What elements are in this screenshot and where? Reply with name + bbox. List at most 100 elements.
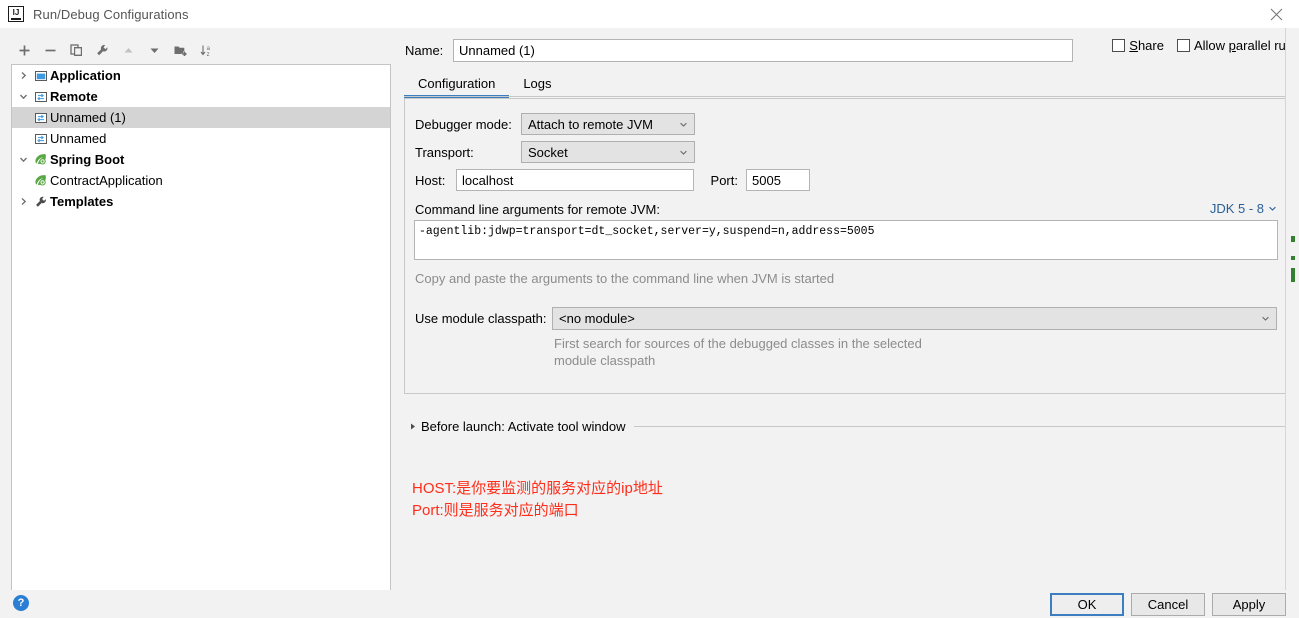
tree-node-remote[interactable]: Remote — [12, 86, 390, 107]
options-checkbox-group: Share Allow parallel run — [1112, 38, 1293, 53]
tree-node-spring-boot[interactable]: Spring Boot — [12, 149, 390, 170]
annotation-note: HOST:是你要监测的服务对应的ip地址 Port:则是服务对应的端口 — [412, 478, 663, 522]
sort-az-icon[interactable]: a z — [193, 38, 219, 62]
window-title: Run/Debug Configurations — [33, 6, 189, 22]
host-label: Host: — [415, 172, 446, 188]
tab-configuration[interactable]: Configuration — [404, 76, 510, 98]
module-classpath-hint-line-2: module classpath — [554, 353, 656, 368]
folder-add-icon[interactable] — [167, 38, 193, 62]
transport-value: Socket — [528, 144, 568, 160]
triangle-right-icon[interactable] — [405, 422, 421, 431]
host-port-row: Host: Port: — [415, 169, 810, 191]
tree-node-label: ContractApplication — [50, 173, 163, 188]
add-configuration-button[interactable] — [11, 38, 37, 62]
debugger-mode-label: Debugger mode: — [415, 116, 512, 132]
host-input[interactable] — [456, 169, 694, 191]
chevron-down-icon[interactable] — [14, 87, 32, 107]
spring-boot-icon — [32, 151, 49, 168]
tree-node-templates[interactable]: Templates — [12, 191, 390, 212]
port-label: Port: — [710, 172, 738, 188]
apply-button[interactable]: Apply — [1212, 593, 1286, 616]
tree-node-label: Remote — [50, 89, 98, 104]
arrow-up-icon — [115, 38, 141, 62]
allow-parallel-run-checkbox-label: Allow parallel run — [1193, 38, 1293, 53]
command-line-label: Command line arguments for remote JVM: — [415, 202, 660, 217]
copy-icon[interactable] — [63, 38, 89, 62]
tree-node-label: Application — [50, 68, 121, 83]
scrollbar-marker — [1291, 236, 1295, 242]
scrollbar-marker — [1291, 268, 1295, 282]
cancel-button[interactable]: Cancel — [1131, 593, 1205, 616]
chevron-right-icon[interactable] — [14, 66, 32, 86]
tree-node-label: Spring Boot — [50, 152, 125, 167]
jdk-version-select[interactable]: JDK 5 - 8 — [1210, 201, 1277, 216]
jdk-version-value: JDK 5 - 8 — [1209, 201, 1264, 216]
command-line-arguments-textarea[interactable]: -agentlib:jdwp=transport=dt_socket,serve… — [414, 220, 1278, 260]
wrench-icon — [32, 193, 49, 210]
application-icon — [32, 67, 49, 84]
chevron-down-icon — [1268, 201, 1277, 216]
tree-node-application[interactable]: Application — [12, 65, 390, 86]
allow-parallel-run-checkbox-box[interactable] — [1176, 39, 1190, 52]
ok-button[interactable]: OK — [1050, 593, 1124, 616]
tree-node-label: Templates — [50, 194, 114, 209]
before-launch-divider — [633, 425, 1285, 427]
module-classpath-hint-line-1: First search for sources of the debugged… — [554, 336, 922, 351]
wrench-icon[interactable] — [89, 38, 115, 62]
scrollbar-marker — [1291, 256, 1295, 260]
remote-icon — [32, 130, 49, 147]
tabs-divider — [404, 96, 1299, 97]
detail-tabs: Configuration Logs — [404, 70, 1299, 98]
module-classpath-hint: First search for sources of the debugged… — [554, 335, 922, 369]
svg-text:z: z — [206, 52, 209, 58]
annotation-line-2: Port:则是服务对应的端口 — [412, 502, 579, 519]
tree-node-unnamed[interactable]: Unnamed — [12, 128, 390, 149]
chevron-right-icon[interactable] — [14, 192, 32, 212]
share-checkbox[interactable]: Share — [1112, 38, 1164, 53]
chevron-down-icon[interactable] — [14, 150, 32, 170]
intellij-idea-icon — [8, 6, 24, 22]
name-label: Name: — [405, 42, 444, 58]
remote-icon — [32, 109, 49, 126]
chevron-down-icon — [674, 148, 692, 157]
remote-icon — [32, 88, 49, 105]
dialog-footer: ? OK Cancel Apply — [0, 590, 1299, 618]
module-classpath-select[interactable]: <no module> — [552, 307, 1277, 330]
tree-node-label: Unnamed (1) — [50, 110, 126, 125]
share-checkbox-label: Share — [1129, 38, 1164, 53]
remove-configuration-button[interactable] — [37, 38, 63, 62]
transport-label: Transport: — [415, 144, 474, 160]
annotation-line-1: HOST:是你要监测的服务对应的ip地址 — [412, 480, 663, 497]
debugger-mode-select[interactable]: Attach to remote JVM — [521, 113, 695, 135]
transport-row: Transport: Socket — [415, 141, 695, 163]
share-checkbox-box[interactable] — [1112, 39, 1126, 52]
configurations-toolbar: a z — [0, 36, 400, 64]
debugger-mode-row: Debugger mode: Attach to remote JVM — [415, 113, 695, 135]
configuration-panel: Debugger mode: Attach to remote JVM Tran… — [404, 98, 1286, 394]
allow-parallel-run-checkbox[interactable]: Allow parallel run — [1176, 38, 1293, 53]
configurations-tree[interactable]: Application Remote Unnamed (1) Unnamed S… — [11, 64, 391, 610]
name-input[interactable] — [453, 38, 1073, 62]
help-icon[interactable]: ? — [13, 595, 29, 611]
title-bar: Run/Debug Configurations — [0, 0, 1299, 28]
tree-node-contractapplication[interactable]: ContractApplication — [12, 170, 390, 191]
configurations-pane: a z Application Remote Unnamed (1) Unnam… — [0, 28, 400, 610]
port-input[interactable] — [746, 169, 810, 191]
module-classpath-label: Use module classpath: — [415, 311, 547, 326]
before-launch-section[interactable]: Before launch: Activate tool window — [405, 418, 1285, 434]
transport-select[interactable]: Socket — [521, 141, 695, 163]
before-launch-label: Before launch: Activate tool window — [421, 418, 626, 434]
run-debug-configurations-dialog: Run/Debug Configurations — [0, 0, 1299, 618]
command-line-hint: Copy and paste the arguments to the comm… — [415, 271, 835, 286]
close-icon[interactable] — [1253, 0, 1299, 28]
tree-node-label: Unnamed — [50, 131, 107, 146]
arrow-down-icon[interactable] — [141, 38, 167, 62]
scrollbar-track[interactable] — [1290, 28, 1296, 590]
chevron-down-icon — [674, 120, 692, 129]
tab-logs[interactable]: Logs — [509, 76, 565, 97]
vertical-scrollbar[interactable] — [1285, 28, 1299, 590]
debugger-mode-value: Attach to remote JVM — [528, 116, 653, 132]
chevron-down-icon — [1256, 314, 1274, 323]
spring-boot-icon — [32, 172, 49, 189]
tree-node-unnamed-1[interactable]: Unnamed (1) — [12, 107, 390, 128]
